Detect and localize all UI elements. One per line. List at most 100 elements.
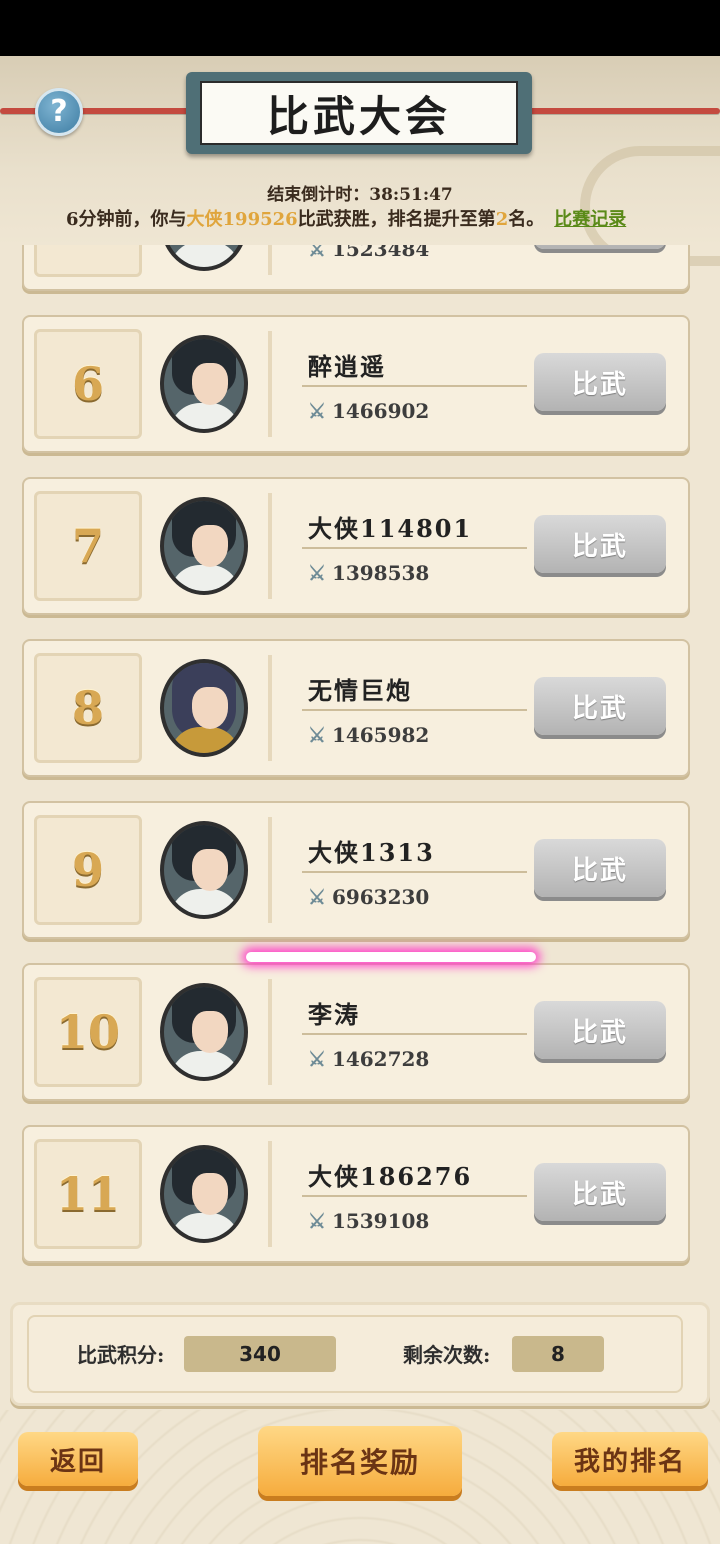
player-name: 醉逍遥 bbox=[308, 352, 386, 381]
player-card: 5 ⚔ 1523484 比武 bbox=[22, 245, 690, 291]
player-avatar[interactable] bbox=[160, 1145, 248, 1243]
fight-button[interactable]: 比武 bbox=[534, 1001, 666, 1059]
rank-number: 10 bbox=[34, 977, 142, 1087]
power-value: 1462728 bbox=[331, 1047, 430, 1071]
info-divider bbox=[302, 1195, 527, 1197]
rank-number: 6 bbox=[34, 329, 142, 439]
player-info: 大侠186276 ⚔ 1539108 比武 bbox=[268, 1141, 682, 1247]
match-record-link[interactable]: 比赛记录 bbox=[554, 209, 626, 230]
page-title: 比武大会 bbox=[200, 81, 518, 145]
countdown-timer: 结束倒计时：38:51:47 bbox=[267, 185, 453, 205]
player-name: 大侠1313 bbox=[308, 838, 435, 867]
remaining-value: 8 bbox=[512, 1336, 604, 1372]
power-value: 6963230 bbox=[331, 885, 430, 909]
avatar-face bbox=[192, 1011, 228, 1053]
rank-number: 9 bbox=[34, 815, 142, 925]
combat-power: ⚔ 1462728 bbox=[308, 1047, 429, 1071]
crossed-swords-icon: ⚔ bbox=[308, 561, 326, 585]
score-label: 比武积分: bbox=[77, 1343, 165, 1367]
back-button[interactable]: 返回 bbox=[18, 1432, 138, 1486]
crossed-swords-icon: ⚔ bbox=[308, 399, 326, 423]
power-value: 1465982 bbox=[331, 723, 430, 747]
player-avatar[interactable] bbox=[160, 821, 248, 919]
avatar-robe bbox=[170, 1051, 240, 1077]
player-info: 醉逍遥 ⚔ 1466902 比武 bbox=[268, 331, 682, 437]
avatar-face bbox=[192, 363, 228, 405]
rank-number: 8 bbox=[34, 653, 142, 763]
news-prefix: 6分钟前，你与 bbox=[66, 209, 187, 230]
player-name: 大侠114801 bbox=[308, 514, 473, 543]
battle-news: 6分钟前，你与大侠199526比武获胜，排名提升至第2名。 比赛记录 bbox=[66, 205, 706, 231]
player-card: 8 无情巨炮 ⚔ 1465982 比武 bbox=[22, 639, 690, 777]
remaining-label: 剩余次数: bbox=[403, 1343, 491, 1367]
combat-power: ⚔ 1466902 bbox=[308, 399, 429, 423]
player-card: 7 大侠114801 ⚔ 1398538 比武 bbox=[22, 477, 690, 615]
rank-number: 5 bbox=[34, 245, 142, 277]
news-middle: 比武获胜，排名提升至第 bbox=[297, 209, 496, 230]
status-bar bbox=[0, 0, 720, 56]
crossed-swords-icon: ⚔ bbox=[308, 245, 326, 261]
fight-button[interactable]: 比武 bbox=[534, 245, 666, 249]
power-value: 1398538 bbox=[331, 561, 430, 585]
player-card: 10 李涛 ⚔ 1462728 比武 bbox=[22, 963, 690, 1101]
info-divider bbox=[302, 385, 527, 387]
info-divider bbox=[302, 1033, 527, 1035]
player-name: 大侠186276 bbox=[308, 1162, 473, 1191]
player-info: 大侠114801 ⚔ 1398538 比武 bbox=[268, 493, 682, 599]
info-divider bbox=[302, 547, 527, 549]
scroll-highlight bbox=[246, 952, 536, 962]
player-card: 6 醉逍遥 ⚔ 1466902 比武 bbox=[22, 315, 690, 453]
combat-power: ⚔ 1523484 bbox=[308, 245, 429, 261]
avatar-face bbox=[192, 525, 228, 567]
news-rank: 2 bbox=[495, 209, 509, 230]
avatar-face bbox=[192, 687, 228, 729]
rank-number: 7 bbox=[34, 491, 142, 601]
my-rank-button[interactable]: 我的排名 bbox=[552, 1432, 708, 1486]
ranking-list[interactable]: 5⚔1523484比武6醉逍遥⚔1466902比武7大侠114801⚔13985… bbox=[0, 245, 720, 1290]
info-divider bbox=[302, 871, 527, 873]
news-opponent: 大侠199526 bbox=[186, 209, 298, 230]
fight-button[interactable]: 比武 bbox=[534, 839, 666, 897]
rope-right bbox=[515, 108, 720, 114]
avatar-robe bbox=[170, 245, 240, 267]
crossed-swords-icon: ⚔ bbox=[308, 1209, 326, 1233]
player-avatar[interactable] bbox=[160, 245, 248, 271]
combat-power: ⚔ 1465982 bbox=[308, 723, 429, 747]
fight-button[interactable]: 比武 bbox=[534, 515, 666, 573]
avatar-robe bbox=[170, 889, 240, 915]
player-card: 11 大侠186276 ⚔ 1539108 比武 bbox=[22, 1125, 690, 1263]
combat-power: ⚔ 1398538 bbox=[308, 561, 429, 585]
avatar-face bbox=[192, 849, 228, 891]
fight-button[interactable]: 比武 bbox=[534, 353, 666, 411]
avatar-robe bbox=[170, 565, 240, 591]
stats-panel: 比武积分: 剩余次数: bbox=[10, 1302, 710, 1406]
rank-number: 11 bbox=[34, 1139, 142, 1249]
crossed-swords-icon: ⚔ bbox=[308, 885, 326, 909]
player-avatar[interactable] bbox=[160, 983, 248, 1081]
crossed-swords-icon: ⚔ bbox=[308, 723, 326, 747]
fight-button[interactable]: 比武 bbox=[534, 1163, 666, 1221]
power-value: 1466902 bbox=[331, 399, 430, 423]
rank-rewards-button[interactable]: 排名奖励 bbox=[258, 1426, 462, 1496]
combat-power: ⚔ 1539108 bbox=[308, 1209, 429, 1233]
player-info: 无情巨炮 ⚔ 1465982 比武 bbox=[268, 655, 682, 761]
player-avatar[interactable] bbox=[160, 335, 248, 433]
question-icon: ? bbox=[50, 94, 68, 129]
player-avatar[interactable] bbox=[160, 497, 248, 595]
info-divider bbox=[302, 709, 527, 711]
player-info: 大侠1313 ⚔ 6963230 比武 bbox=[268, 817, 682, 923]
player-card: 9 大侠1313 ⚔ 6963230 比武 bbox=[22, 801, 690, 939]
power-value: 1523484 bbox=[331, 245, 430, 261]
help-button[interactable]: ? bbox=[35, 88, 83, 136]
rope-left bbox=[0, 108, 200, 114]
title-plaque: 比武大会 bbox=[186, 72, 532, 154]
fight-button[interactable]: 比武 bbox=[534, 677, 666, 735]
player-info: ⚔ 1523484 比武 bbox=[268, 245, 682, 275]
player-name: 无情巨炮 bbox=[308, 676, 412, 705]
combat-power: ⚔ 6963230 bbox=[308, 885, 429, 909]
avatar-robe bbox=[170, 403, 240, 429]
avatar-robe bbox=[170, 1213, 240, 1239]
player-avatar[interactable] bbox=[160, 659, 248, 757]
player-name: 李涛 bbox=[308, 1000, 360, 1029]
news-suffix: 名。 bbox=[508, 209, 545, 230]
